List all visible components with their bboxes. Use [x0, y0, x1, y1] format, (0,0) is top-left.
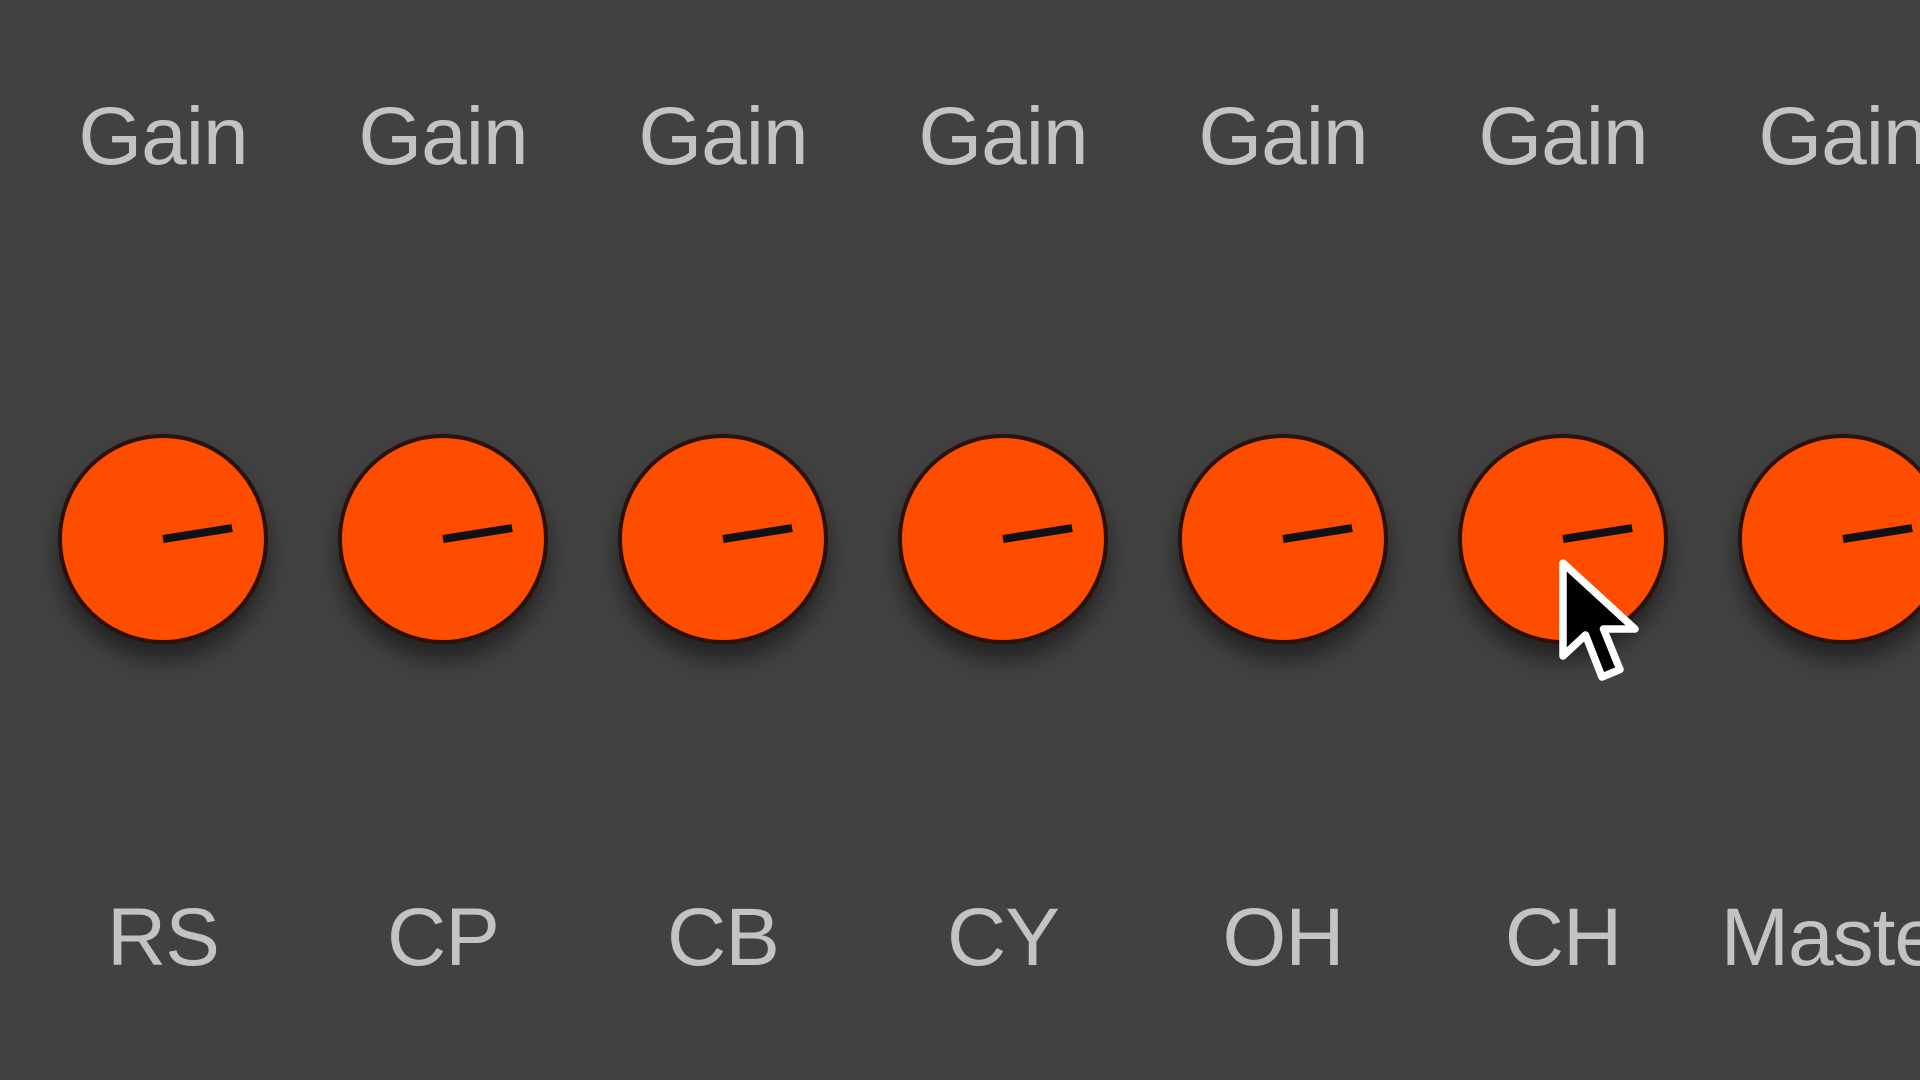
gain-label: Gain — [918, 91, 1088, 182]
gain-knob-master[interactable] — [1738, 434, 1920, 644]
gain-knob-cp[interactable] — [338, 434, 548, 644]
drum-mixer-panel: Gain RS Gain CP Gain CB Gain CY Gain OH — [0, 0, 1920, 1080]
knob-indicator — [442, 524, 513, 543]
knob-indicator — [722, 524, 793, 543]
gain-label: Gain — [358, 91, 528, 182]
knob-indicator — [1842, 524, 1913, 543]
channel-label-cb: CB — [667, 892, 780, 983]
gain-label: Gain — [638, 91, 808, 182]
channel-master: Gain Master — [1713, 0, 1920, 1080]
channel-label-rs: RS — [107, 892, 220, 983]
channel-rs: Gain RS — [33, 0, 293, 1080]
channel-label-cy: CY — [947, 892, 1060, 983]
channel-label-master: Master — [1720, 892, 1920, 983]
gain-knob-oh[interactable] — [1178, 434, 1388, 644]
channel-oh: Gain OH — [1153, 0, 1413, 1080]
channel-cy: Gain CY — [873, 0, 1133, 1080]
knob-indicator — [1282, 524, 1353, 543]
gain-label: Gain — [1758, 91, 1920, 182]
knob-indicator — [1562, 524, 1633, 543]
gain-label: Gain — [1198, 91, 1368, 182]
channel-label-cp: CP — [387, 892, 500, 983]
channel-cb: Gain CB — [593, 0, 853, 1080]
gain-knob-cy[interactable] — [898, 434, 1108, 644]
gain-knob-cb[interactable] — [618, 434, 828, 644]
knob-indicator — [1002, 524, 1073, 543]
channel-cp: Gain CP — [313, 0, 573, 1080]
gain-label: Gain — [78, 91, 248, 182]
knob-indicator — [162, 524, 233, 543]
mouse-pointer-icon — [1559, 559, 1639, 681]
channel-ch: Gain CH — [1433, 0, 1693, 1080]
channel-label-ch: CH — [1504, 892, 1622, 983]
channel-label-oh: OH — [1222, 892, 1345, 983]
gain-knob-rs[interactable] — [58, 434, 268, 644]
gain-label: Gain — [1478, 91, 1648, 182]
